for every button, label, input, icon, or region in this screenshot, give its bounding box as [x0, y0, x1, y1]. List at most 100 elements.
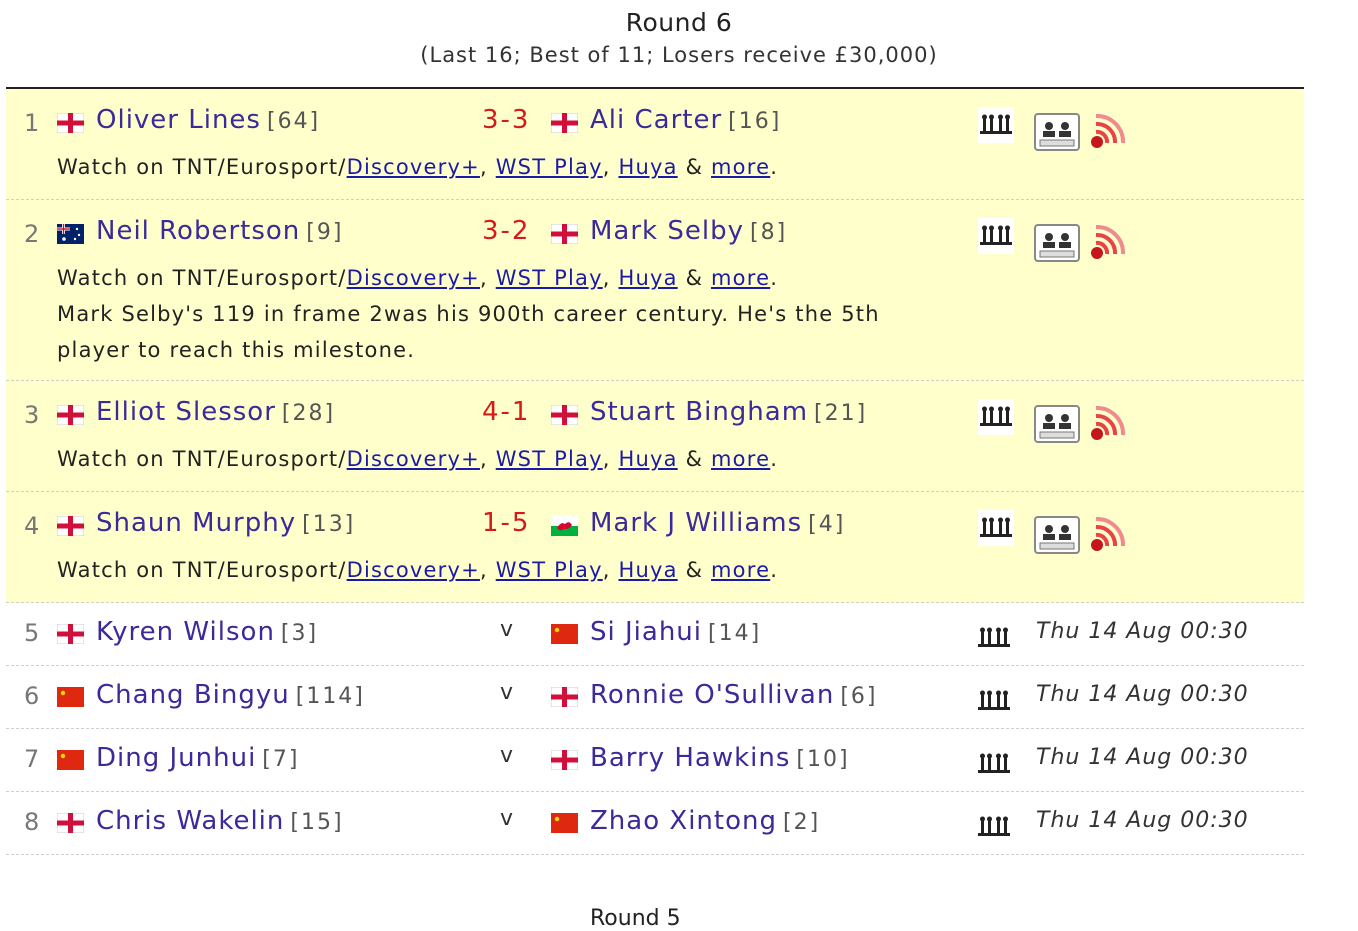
player-b-name[interactable]: Barry Hawkins	[590, 743, 790, 773]
wst-play-link[interactable]: WST Play	[496, 447, 603, 471]
england-flag-icon	[56, 812, 85, 834]
player-b-seed: [21]	[814, 401, 868, 426]
watch-prefix: Watch on TNT/Eurosport/	[57, 558, 347, 582]
england-flag-icon	[56, 515, 85, 537]
player-a-name[interactable]: Kyren Wilson	[96, 617, 275, 647]
more-link[interactable]: more	[711, 558, 770, 582]
head-to-head-icon[interactable]	[978, 107, 1014, 143]
live-score-icon[interactable]	[1088, 401, 1134, 443]
separator: ,	[479, 155, 496, 179]
match-number: 1	[24, 109, 40, 137]
head-to-head-icon[interactable]	[978, 816, 1012, 840]
player-a[interactable]: Elliot Slessor [28]	[96, 397, 335, 427]
live-score-icon[interactable]	[1088, 512, 1134, 554]
china-flag-icon	[57, 750, 84, 770]
player-b[interactable]: Ali Carter [16]	[590, 105, 781, 135]
player-b-name[interactable]: Ronnie O'Sullivan	[590, 680, 834, 710]
player-a-name[interactable]: Ding Junhui	[96, 743, 256, 773]
match-number: 4	[24, 512, 40, 540]
player-a[interactable]: Kyren Wilson [3]	[96, 617, 318, 647]
china-flag-icon	[57, 687, 84, 707]
wst-play-link[interactable]: WST Play	[496, 155, 603, 179]
more-link[interactable]: more	[711, 447, 770, 471]
match-time: Thu 14 Aug 00:30	[1036, 745, 1249, 770]
match-score: 3-2	[482, 216, 531, 246]
more-link[interactable]: more	[711, 266, 770, 290]
round-subtitle: (Last 16; Best of 11; Losers receive £30…	[420, 43, 938, 67]
match-row: 2 Neil Robertson [9] 3-2 Mark Selby [8] Watch …	[6, 200, 1304, 381]
player-a[interactable]: Chang Bingyu [114]	[96, 680, 365, 710]
separator: ,	[602, 447, 619, 471]
match-row: 3 Elliot Slessor [28] 4-1 Stuart Bingham [21]…	[6, 381, 1304, 492]
player-b[interactable]: Stuart Bingham [21]	[590, 397, 867, 427]
player-b-name[interactable]: Ali Carter	[590, 105, 722, 135]
head-to-head-icon[interactable]	[978, 753, 1012, 777]
huya-link[interactable]: Huya	[618, 266, 677, 290]
scorecard-icon[interactable]	[1034, 224, 1080, 262]
huya-link[interactable]: Huya	[618, 558, 677, 582]
scorecard-icon[interactable]	[1034, 405, 1080, 443]
england-flag-icon	[550, 686, 579, 708]
head-to-head-icon[interactable]	[978, 690, 1012, 714]
discovery-link[interactable]: Discovery+	[347, 558, 480, 582]
more-link[interactable]: more	[711, 155, 770, 179]
player-b-name[interactable]: Si Jiahui	[590, 617, 702, 647]
separator: .	[770, 558, 779, 582]
player-b-name[interactable]: Zhao Xintong	[590, 806, 777, 836]
player-a-name[interactable]: Oliver Lines	[96, 105, 261, 135]
scorecard-icon[interactable]	[1034, 113, 1080, 151]
player-a-name[interactable]: Neil Robertson	[96, 216, 300, 246]
wst-play-link[interactable]: WST Play	[496, 558, 603, 582]
player-b-name[interactable]: Mark Selby	[590, 216, 744, 246]
player-b-name[interactable]: Mark J Williams	[590, 508, 802, 538]
live-score-icon[interactable]	[1088, 220, 1134, 262]
huya-link[interactable]: Huya	[618, 447, 677, 471]
separator: ,	[479, 558, 496, 582]
versus-label: v	[500, 680, 514, 705]
player-a[interactable]: Neil Robertson [9]	[96, 216, 343, 246]
match-number: 3	[24, 401, 40, 429]
huya-link[interactable]: Huya	[618, 155, 677, 179]
china-flag-icon	[551, 624, 578, 644]
player-a-name[interactable]: Chris Wakelin	[96, 806, 284, 836]
separator: ,	[602, 266, 619, 290]
player-b[interactable]: Ronnie O'Sullivan [6]	[590, 680, 877, 710]
live-score-icon[interactable]	[1088, 109, 1134, 151]
match-number: 7	[24, 745, 40, 773]
versus-label: v	[500, 743, 514, 768]
player-b-name[interactable]: Stuart Bingham	[590, 397, 808, 427]
watch-prefix: Watch on TNT/Eurosport/	[57, 266, 347, 290]
head-to-head-icon[interactable]	[978, 627, 1012, 651]
discovery-link[interactable]: Discovery+	[347, 155, 480, 179]
separator: &	[677, 558, 712, 582]
player-a-name[interactable]: Elliot Slessor	[96, 397, 276, 427]
versus-label: v	[500, 806, 514, 831]
discovery-link[interactable]: Discovery+	[347, 447, 480, 471]
player-a-name[interactable]: Chang Bingyu	[96, 680, 290, 710]
discovery-link[interactable]: Discovery+	[347, 266, 480, 290]
player-a[interactable]: Ding Junhui [7]	[96, 743, 299, 773]
scorecard-icon[interactable]	[1034, 516, 1080, 554]
player-b-seed: [4]	[808, 512, 846, 537]
player-a[interactable]: Oliver Lines [64]	[96, 105, 320, 135]
wst-play-link[interactable]: WST Play	[496, 266, 603, 290]
player-b-seed: [16]	[728, 109, 782, 134]
australia-flag-icon	[57, 224, 84, 244]
player-b[interactable]: Mark J Williams [4]	[590, 508, 845, 538]
head-to-head-icon[interactable]	[978, 399, 1014, 435]
player-b[interactable]: Si Jiahui [14]	[590, 617, 761, 647]
england-flag-icon	[56, 112, 85, 134]
player-b[interactable]: Zhao Xintong [2]	[590, 806, 820, 836]
head-to-head-icon[interactable]	[978, 218, 1014, 254]
player-b[interactable]: Mark Selby [8]	[590, 216, 787, 246]
player-a[interactable]: Chris Wakelin [15]	[96, 806, 344, 836]
player-b[interactable]: Barry Hawkins [10]	[590, 743, 850, 773]
separator: ,	[602, 155, 619, 179]
player-a-name[interactable]: Shaun Murphy	[96, 508, 296, 538]
head-to-head-icon[interactable]	[978, 510, 1014, 546]
player-a[interactable]: Shaun Murphy [13]	[96, 508, 355, 538]
separator: ,	[602, 558, 619, 582]
player-b-seed: [10]	[796, 747, 850, 772]
player-b-seed: [8]	[750, 220, 788, 245]
separator: .	[770, 266, 779, 290]
